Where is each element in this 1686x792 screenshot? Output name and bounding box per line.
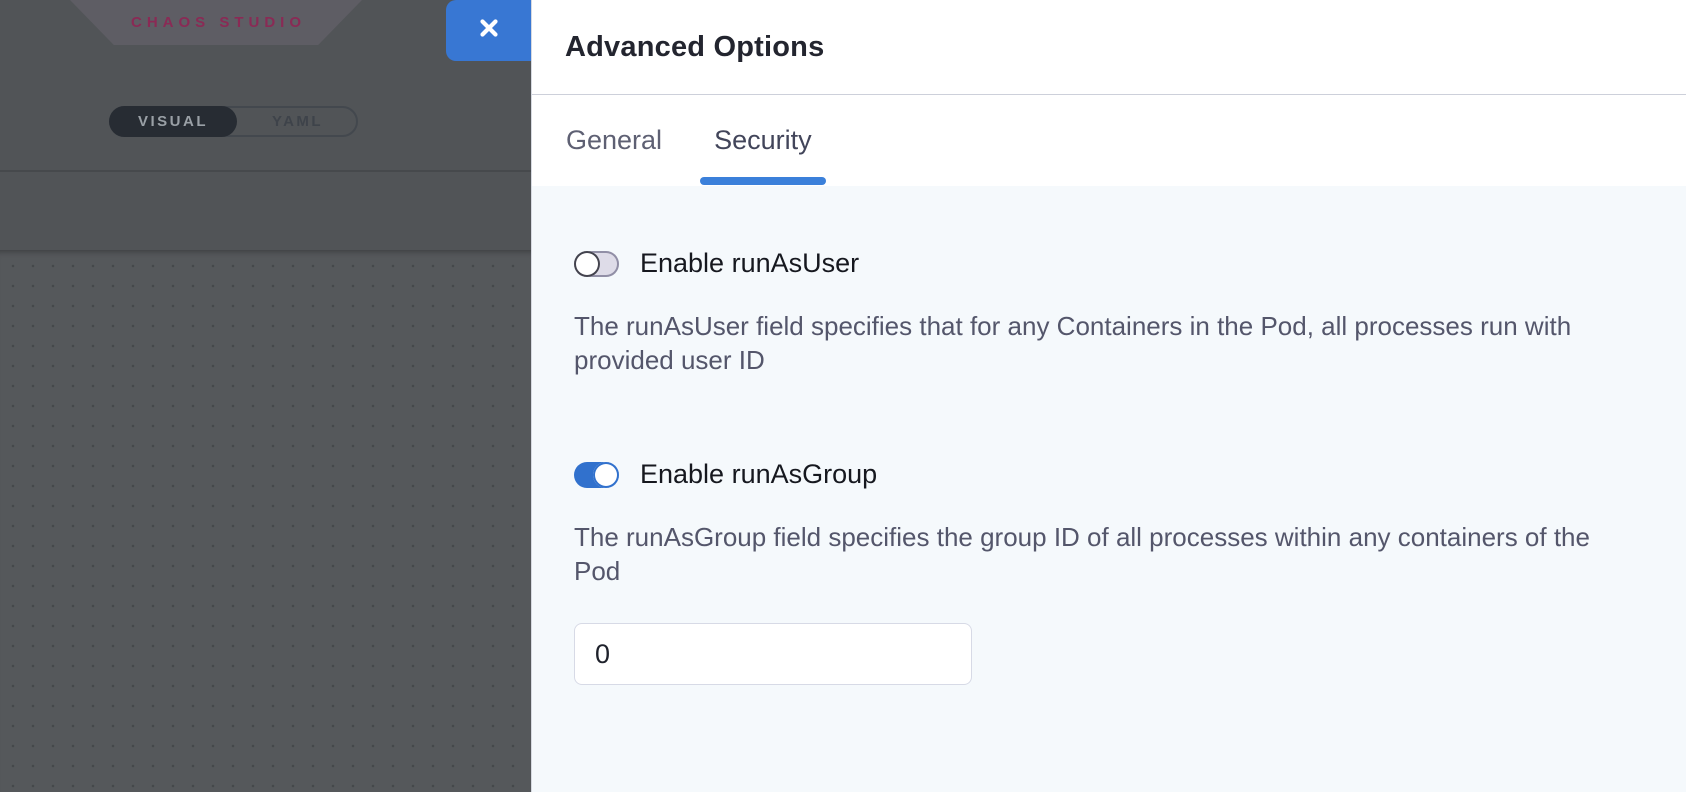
run-as-user-row: Enable runAsUser xyxy=(574,248,1626,279)
advanced-options-drawer: Advanced Options General Security Enable… xyxy=(531,0,1686,792)
visual-view-button[interactable]: VISUAL xyxy=(109,106,237,137)
run-as-group-description: The runAsGroup field specifies the group… xyxy=(574,520,1626,588)
tab-security-label: Security xyxy=(714,125,812,156)
drawer-title: Advanced Options xyxy=(565,31,824,64)
close-drawer-button[interactable] xyxy=(446,0,531,61)
chaos-studio-banner: CHAOS STUDIO xyxy=(70,0,362,45)
security-tab-content: Enable runAsUser The runAsUser field spe… xyxy=(532,186,1686,792)
tab-general-label: General xyxy=(566,125,662,156)
yaml-view-button[interactable]: YAML xyxy=(237,106,358,137)
active-tab-underline xyxy=(700,177,826,185)
tab-security[interactable]: Security xyxy=(714,95,812,185)
workflow-dot-grid-canvas xyxy=(0,250,531,792)
close-icon xyxy=(477,16,501,45)
dimmed-canvas-overlay: CHAOS STUDIO VISUAL YAML xyxy=(0,0,531,792)
group-id-input[interactable] xyxy=(574,623,972,685)
drawer-tab-bar: General Security xyxy=(532,95,1686,185)
run-as-group-toggle[interactable] xyxy=(574,462,619,488)
run-as-user-toggle[interactable] xyxy=(574,251,619,277)
brand-title: CHAOS STUDIO xyxy=(126,14,306,31)
run-as-user-description: The runAsUser field specifies that for a… xyxy=(574,309,1626,377)
tab-general[interactable]: General xyxy=(566,95,662,185)
run-as-group-row: Enable runAsGroup xyxy=(574,459,1626,490)
toggle-knob xyxy=(574,251,600,277)
chaos-studio-screen: CHAOS STUDIO VISUAL YAML Advanced Option… xyxy=(0,0,1686,792)
visual-yaml-toggle[interactable]: VISUAL YAML xyxy=(109,106,358,137)
drawer-header: Advanced Options xyxy=(532,0,1686,95)
run-as-user-label: Enable runAsUser xyxy=(640,248,859,279)
toggle-knob xyxy=(593,462,619,488)
run-as-group-label: Enable runAsGroup xyxy=(640,459,877,490)
canvas-header-divider xyxy=(0,170,531,172)
